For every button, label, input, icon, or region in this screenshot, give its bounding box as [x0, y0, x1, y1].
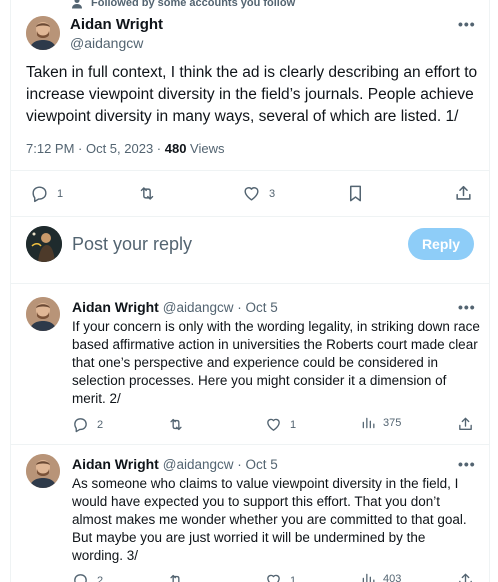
reply-text: If your concern is only with the wording… [72, 319, 480, 406]
reply-count: 2 [97, 418, 104, 431]
share-icon [457, 571, 474, 582]
author-handle-date[interactable]: @aidangcw · Oct 5 [163, 457, 278, 472]
share-icon [457, 415, 474, 433]
conversation-thread: Followed by some accounts you follow Aid… [10, 0, 490, 582]
reply-input[interactable]: Post your reply [72, 234, 192, 255]
more-options-icon[interactable]: ••• [458, 456, 476, 472]
share-action[interactable] [457, 571, 474, 582]
views-count: 375 [383, 417, 402, 429]
views-count: 403 [383, 573, 402, 582]
views-count: 480 [164, 141, 187, 156]
retweet-action[interactable] [167, 572, 185, 582]
reply-text: As someone who claims to value viewpoint… [72, 476, 467, 563]
like-count: 1 [290, 574, 297, 582]
more-options-icon[interactable]: ••• [458, 299, 476, 315]
retweet-icon [167, 572, 185, 582]
current-user-avatar[interactable] [26, 226, 62, 262]
reply-button[interactable]: Reply [408, 228, 474, 260]
avatar[interactable] [26, 454, 60, 488]
author-name[interactable]: Aidan Wright [70, 16, 163, 33]
views-action[interactable]: 375 [361, 416, 401, 430]
reply-header: Aidan Wright @aidangcw · Oct 5 [72, 456, 278, 472]
heart-icon [265, 416, 282, 433]
more-options-icon[interactable]: ••• [458, 16, 476, 32]
avatar[interactable] [26, 297, 60, 331]
reply-count: 1 [57, 187, 64, 200]
bookmark-action[interactable] [347, 184, 364, 203]
reply-icon [72, 572, 89, 582]
like-action[interactable]: 1 [265, 572, 296, 582]
heart-icon [265, 572, 282, 582]
divider [11, 283, 489, 284]
reply-icon [72, 416, 89, 433]
tweet-text: Taken in full context, I think the ad is… [26, 64, 478, 125]
divider [11, 216, 489, 217]
views-action[interactable]: 403 [361, 572, 401, 582]
bookmark-icon [347, 184, 364, 203]
share-icon [454, 183, 473, 203]
share-action[interactable] [454, 183, 473, 203]
retweet-action[interactable] [167, 416, 185, 433]
analytics-icon [361, 416, 375, 430]
person-icon [71, 0, 83, 9]
views-label: Views [186, 141, 225, 156]
like-count: 1 [290, 418, 297, 431]
retweet-icon [167, 416, 185, 433]
reply-icon [30, 184, 49, 203]
timestamp-text[interactable]: 7:12 PM · Oct 5, 2023 · [26, 141, 165, 156]
reply-count: 2 [97, 574, 104, 582]
retweet-action[interactable] [137, 184, 157, 203]
author-name[interactable]: Aidan Wright [72, 299, 159, 315]
reply-action[interactable]: 2 [72, 572, 103, 582]
like-action[interactable]: 3 [242, 184, 275, 203]
reply-action[interactable]: 2 [72, 416, 103, 433]
analytics-icon [361, 572, 375, 582]
author-name[interactable]: Aidan Wright [72, 456, 159, 472]
reply-action[interactable]: 1 [30, 184, 63, 203]
reply-header: Aidan Wright @aidangcw · Oct 5 [72, 299, 278, 315]
social-context-text: Followed by some accounts you follow [91, 0, 296, 9]
avatar[interactable] [26, 16, 60, 50]
social-context: Followed by some accounts you follow [71, 0, 295, 9]
share-action[interactable] [457, 415, 474, 433]
heart-icon [242, 184, 261, 203]
like-count: 3 [269, 187, 276, 200]
like-action[interactable]: 1 [265, 416, 296, 433]
tweet-timestamp[interactable]: 7:12 PM · Oct 5, 2023 · 480 Views [26, 141, 225, 156]
retweet-icon [137, 184, 157, 203]
author-handle[interactable]: @aidangcw [70, 35, 143, 51]
divider [11, 444, 489, 445]
divider [11, 170, 489, 171]
author-handle-date[interactable]: @aidangcw · Oct 5 [163, 300, 278, 315]
